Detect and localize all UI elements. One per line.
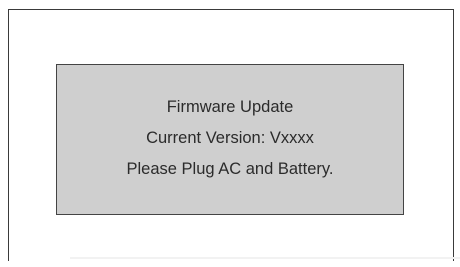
plug-in-instruction-text: Please Plug AC and Battery. <box>126 160 334 178</box>
firmware-update-dialog: Firmware Update Current Version: Vxxxx P… <box>56 64 404 215</box>
current-version-text: Current Version: Vxxxx <box>146 129 314 147</box>
screen-divider <box>70 257 460 259</box>
dialog-title: Firmware Update <box>166 98 294 116</box>
